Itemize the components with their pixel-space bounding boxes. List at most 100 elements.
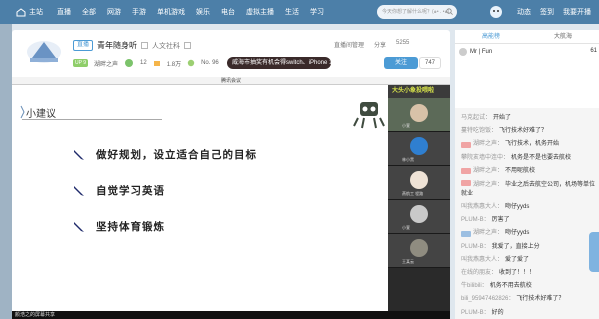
chat-user[interactable]: 湖畔之声： xyxy=(473,227,503,240)
edit-icon[interactable] xyxy=(184,42,191,49)
medal-badge-icon xyxy=(461,142,471,148)
slide-bullet: 做好规划，设立适合自己的目标 xyxy=(72,147,257,162)
streamer-avatar[interactable] xyxy=(24,38,64,66)
main-menu: 直播 全部 网游 手游 单机游戏 娱乐 电台 虚拟主播 生活 学习 xyxy=(57,7,324,17)
room-stats: UP 9 湖畔之声 12 1.8万 No. 96 xyxy=(73,58,219,68)
room-manage[interactable]: 直播间管理 xyxy=(334,40,364,49)
chat-message: bili_95947462826： 飞行技术好难了？ xyxy=(461,293,599,306)
share-button[interactable]: 分享 xyxy=(374,40,386,49)
fans-medal-icon xyxy=(125,59,134,67)
chat-user[interactable]: PLUM-B： xyxy=(461,214,490,227)
tab-high-energy[interactable]: 高能榜 xyxy=(455,30,527,43)
popularity-icon xyxy=(153,61,160,66)
video-header: 大头小象投喂啦 xyxy=(388,85,450,98)
chat-user[interactable]: 蔓特吃饱饭： xyxy=(461,125,497,138)
participant-name: 燕航工 程路 xyxy=(402,191,424,196)
follow-button[interactable]: 关注 xyxy=(384,57,418,69)
participant-tile[interactable]: 王某云 xyxy=(388,234,450,268)
chat-messages[interactable]: 马克起试： 开始了 蔓特吃饱饭： 飞行技术好难了？ 湖畔之声： 飞行技术，机务开始 攀… xyxy=(455,108,599,319)
chat-user[interactable]: 马克起试： xyxy=(461,112,491,125)
mascot-icon[interactable] xyxy=(488,4,504,20)
medal-badge-icon xyxy=(461,231,471,238)
chat-message: 马克起试： 开始了 xyxy=(461,112,599,125)
chat-message: 蔓特吃饱饭： 飞行技术好难了？ xyxy=(461,125,599,138)
chat-user[interactable]: 在线的朋友： xyxy=(461,267,497,280)
search-icon[interactable] xyxy=(446,8,453,15)
shared-slide: 小建议 做好规划，设立适合自己的目标 自觉学习英语 坚持体育锻炼 xyxy=(12,85,388,311)
chat-text: 吻仔yyds xyxy=(505,204,530,211)
participant-tile[interactable]: 燕航工 程路 xyxy=(388,166,450,200)
rank-number: 61 xyxy=(590,48,597,54)
rank: No. 96 xyxy=(201,60,219,66)
rank-icon xyxy=(187,59,195,67)
chat-text: 飞行技术好难了？ xyxy=(516,296,565,303)
chat-user[interactable]: 湖畔之声： xyxy=(473,138,503,151)
popularity: 1.8万 xyxy=(166,61,182,68)
nav-item[interactable]: 生活 xyxy=(285,7,299,17)
nav-item[interactable]: 娱乐 xyxy=(196,7,210,17)
nav-item[interactable]: 全部 xyxy=(82,7,96,17)
chat-user[interactable]: bili_95947462826： xyxy=(461,293,514,306)
participant-tile[interactable]: 小萱 xyxy=(388,200,450,234)
screen-share-bar: 颜浩之的屏幕共享 xyxy=(12,311,450,319)
chat-user[interactable]: PLUM-B： xyxy=(461,307,490,319)
live-tag: 直播 xyxy=(73,40,94,51)
participant-tile[interactable]: 小萱 xyxy=(388,98,450,132)
side-float-tab[interactable] xyxy=(589,232,599,272)
chat-user[interactable]: 湖畔之声： xyxy=(473,182,503,188)
chat-user[interactable]: 牛bilibili： xyxy=(461,280,488,293)
chat-message: 攀院亥墙中连中： 机务是不是也要去航校 xyxy=(461,152,599,165)
nav-item[interactable]: 手游 xyxy=(132,7,146,17)
chat-message: PLUM-B： 好的 xyxy=(461,307,599,319)
nav-start-live[interactable]: 我要开播 xyxy=(563,7,591,17)
video-player[interactable]: 腾讯会议 小建议 做好规划，设立适合自己的目标 自觉学习英语 坚持体育锻炼 大头… xyxy=(12,77,450,319)
nav-checkin[interactable]: 签到 xyxy=(540,7,554,17)
title-row: 直播 青年随身听 人文社科 xyxy=(73,40,191,51)
participant-tile[interactable]: 林小黑 xyxy=(388,132,450,166)
lottery-banner[interactable]: 威海市抽奖有机会得switch、iPhone 12 xyxy=(227,57,331,69)
room-title: 青年随身听 xyxy=(97,41,138,50)
slide-heading: 小建议 xyxy=(26,109,56,120)
chat-text: 我爱了，直接上分 xyxy=(491,243,540,250)
viewer-count: 5255 xyxy=(396,40,410,46)
nav-feed[interactable]: 动态 xyxy=(517,7,531,17)
chat-text: 机务是不是也要去航校 xyxy=(511,154,572,161)
home-label: 主站 xyxy=(29,9,43,16)
medal-badge-icon xyxy=(461,180,471,187)
participant-video xyxy=(410,104,428,122)
nav-item[interactable]: 直播 xyxy=(57,7,71,17)
follow-count: 747 xyxy=(419,57,441,69)
edit-icon[interactable] xyxy=(141,42,148,49)
room-category[interactable]: 人文社科 xyxy=(152,41,180,51)
fans-level: 12 xyxy=(140,60,147,66)
robot-mascot-icon xyxy=(353,102,385,129)
chat-user[interactable]: 叫我燕惠大人： xyxy=(461,201,503,214)
rank-user: Mr | Fun xyxy=(470,49,493,55)
room-actions: 直播间管理 分享 5255 xyxy=(334,40,409,49)
chat-message: 湖畔之声： 飞行技术，机务开始 xyxy=(461,138,599,151)
chat-user[interactable]: 叫我燕惠大人： xyxy=(461,254,503,267)
streamer-name[interactable]: 湖畔之声 xyxy=(94,59,118,68)
home-link[interactable]: 主站 xyxy=(16,7,43,17)
rank-row[interactable]: Mr | Fun xyxy=(455,44,599,60)
medal-badge-icon xyxy=(461,168,471,175)
chat-user[interactable]: 攀院亥墙中连中： xyxy=(461,152,509,165)
nav-item[interactable]: 虚拟主播 xyxy=(246,7,274,17)
nav-item[interactable]: 网游 xyxy=(107,7,121,17)
screen-share-label: 颜浩之的屏幕共享 xyxy=(15,312,56,318)
chat-text: 爱了爱了 xyxy=(505,256,530,263)
chat-user[interactable]: PLUM-B： xyxy=(461,241,490,254)
nav-item[interactable]: 学习 xyxy=(310,7,324,17)
chat-text: 收到了！！！ xyxy=(499,270,536,277)
nav-item[interactable]: 电台 xyxy=(221,7,235,17)
chat-text: 不用呢航校 xyxy=(505,167,536,174)
participant-name: 小萱 xyxy=(402,225,410,230)
participant-avatar xyxy=(410,239,428,257)
chat-message: 牛bilibili： 机务不用去航校 xyxy=(461,280,599,293)
chat-user[interactable]: 湖畔之声： xyxy=(473,165,503,178)
chat-text: 好的 xyxy=(491,309,504,316)
tab-guard[interactable]: 大航海 xyxy=(527,30,599,43)
home-icon xyxy=(16,7,26,16)
search-input[interactable]: 今天你想了解什么呢？(๑• . •๑) xyxy=(377,5,457,19)
nav-item[interactable]: 单机游戏 xyxy=(157,7,185,17)
